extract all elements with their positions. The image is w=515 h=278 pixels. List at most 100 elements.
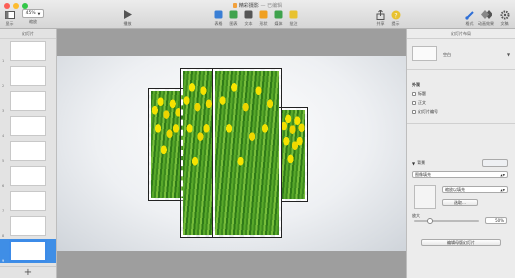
inspector-header: 幻灯片布局 (407, 29, 515, 39)
insert-shape-button[interactable]: 形状 (258, 9, 269, 27)
slide-thumbnail-row[interactable]: 1 (2, 39, 54, 63)
slide-thumbnail-row[interactable]: 2 (2, 64, 54, 88)
photo-center-left[interactable] (180, 68, 216, 238)
slide-thumbnail[interactable] (10, 66, 46, 86)
slide-thumbnail-row[interactable]: 8 (2, 214, 54, 238)
slide-number: 4 (2, 134, 5, 138)
fill-mode-popup[interactable]: 缩放以填充 ▲▼ (442, 186, 508, 193)
slide-number: 8 (2, 234, 5, 238)
insert-table-button[interactable]: 表格 (213, 9, 224, 27)
slide-thumbnail-row[interactable]: 6 (2, 164, 54, 188)
slide-thumbnail[interactable] (10, 41, 46, 61)
format-button[interactable]: 格式 (464, 9, 475, 27)
insert-comment-button[interactable]: 批注 (288, 9, 299, 27)
comment-icon (288, 9, 299, 20)
appearance-option[interactable]: 标题 (412, 91, 426, 97)
animate-button[interactable]: 动画效果 (478, 9, 494, 27)
scale-value: 50% (495, 218, 504, 223)
checkbox[interactable] (412, 101, 416, 105)
current-slide[interactable] (57, 56, 406, 251)
zoom-value: 45% (25, 11, 36, 16)
background-header: ▼ 背景 (412, 160, 425, 166)
choose-image-button[interactable]: 选取… (442, 199, 478, 206)
share-button[interactable]: 共享 (375, 9, 386, 27)
checkbox[interactable] (412, 110, 416, 114)
inspector-panel: 幻灯片布局 空白 ▼ 外观 标题 正文 幻灯片编号 ▼ 背景 图像填充 ▲▼ 缩放以… (406, 29, 515, 278)
media-icon (273, 9, 284, 20)
zoom-label: 缩放 (29, 19, 37, 24)
play-icon (122, 9, 133, 20)
slide-thumbnail[interactable] (10, 116, 46, 136)
animate-label: 动画效果 (478, 21, 494, 26)
play-button[interactable]: 播放 (122, 9, 133, 27)
gear-icon (499, 9, 510, 20)
appearance-option-label: 标题 (418, 91, 426, 96)
play-label: 播放 (123, 21, 132, 26)
slide-thumbnail[interactable] (10, 141, 46, 161)
sidebar-icon (4, 9, 15, 20)
slide-thumbnail-row[interactable]: 4 (2, 114, 54, 138)
zoom-popup[interactable]: 45% ▼ (22, 9, 44, 18)
tulip-image (151, 91, 183, 198)
background-label: 背景 (417, 160, 426, 165)
slide-thumbnail-row[interactable]: 5 (2, 139, 54, 163)
slide-navigator: 幻灯片 1 2 3 4 5 6 7 8 9 + (0, 29, 57, 278)
slide-thumbnail[interactable] (10, 191, 46, 211)
photo-left[interactable] (148, 88, 186, 201)
share-label: 共享 (376, 21, 385, 26)
scale-slider[interactable] (414, 217, 479, 224)
insert-item-label: 图表 (229, 21, 238, 26)
appearance-option[interactable]: 正文 (412, 100, 426, 106)
slide-number: 5 (2, 159, 5, 163)
slide-number: 9 (2, 259, 5, 263)
chevron-updown-icon: ▲▼ (500, 187, 505, 192)
text-icon (243, 9, 254, 20)
insert-item-label: 批注 (289, 21, 298, 26)
insert-item-label: 媒体 (274, 21, 283, 26)
checkbox[interactable] (412, 92, 416, 96)
insert-chart-button[interactable]: 图表 (228, 9, 239, 27)
divider (407, 123, 515, 124)
add-slide-button[interactable]: + (0, 266, 56, 278)
tulip-image (215, 71, 279, 235)
slide-thumbnail[interactable] (10, 166, 46, 186)
zoom-control[interactable]: 45% ▼ 缩放 (22, 9, 44, 25)
slide-number: 3 (2, 109, 5, 113)
tips-label: 提示 (391, 21, 400, 26)
slide-thumbnail[interactable] (10, 91, 46, 111)
insert-media-button[interactable]: 媒体 (273, 9, 284, 27)
slide-number: 1 (2, 59, 5, 63)
appearance-option[interactable]: 幻灯片编号 (412, 109, 438, 115)
fill-image-well[interactable] (414, 185, 436, 209)
fill-type-value: 图像填充 (415, 171, 431, 177)
svg-text:?: ? (394, 12, 397, 19)
fill-type-popup[interactable]: 图像填充 ▲▼ (412, 171, 508, 178)
chevron-down-icon: ▼ (37, 11, 41, 16)
edit-master-slide-button[interactable]: 编辑母版幻灯片 (421, 239, 501, 246)
document-button[interactable]: 文稿 (499, 9, 510, 27)
tulip-image (281, 110, 305, 199)
display-button[interactable]: 显示 (4, 9, 15, 27)
slide-canvas (57, 29, 406, 278)
slide-number: 2 (2, 84, 5, 88)
slide-thumbnail[interactable] (10, 216, 46, 236)
layout-chevron-icon[interactable]: ▼ (507, 52, 510, 57)
slide-thumbnail[interactable] (10, 241, 46, 261)
insert-text-button[interactable]: 文本 (243, 9, 254, 27)
photo-right[interactable] (278, 107, 308, 202)
insert-item-label: 文本 (244, 21, 253, 26)
scale-label: 放大 (412, 213, 420, 218)
slide-thumbnail-row[interactable]: 7 (2, 189, 54, 213)
paintbrush-icon (464, 9, 475, 20)
disclosure-triangle-icon[interactable]: ▼ (412, 161, 415, 166)
photo-center[interactable] (212, 68, 282, 238)
scale-slider-knob[interactable] (427, 217, 433, 224)
slide-thumbnail-row[interactable]: 9 (0, 239, 56, 263)
layout-preview[interactable] (412, 46, 437, 61)
tips-button[interactable]: ? 提示 (390, 9, 401, 27)
insert-item-label: 表格 (214, 21, 223, 26)
slide-thumbnail-row[interactable]: 3 (2, 89, 54, 113)
background-color-well[interactable] (482, 159, 508, 167)
tulip-image (183, 71, 213, 235)
scale-field[interactable]: 50% (485, 217, 507, 224)
